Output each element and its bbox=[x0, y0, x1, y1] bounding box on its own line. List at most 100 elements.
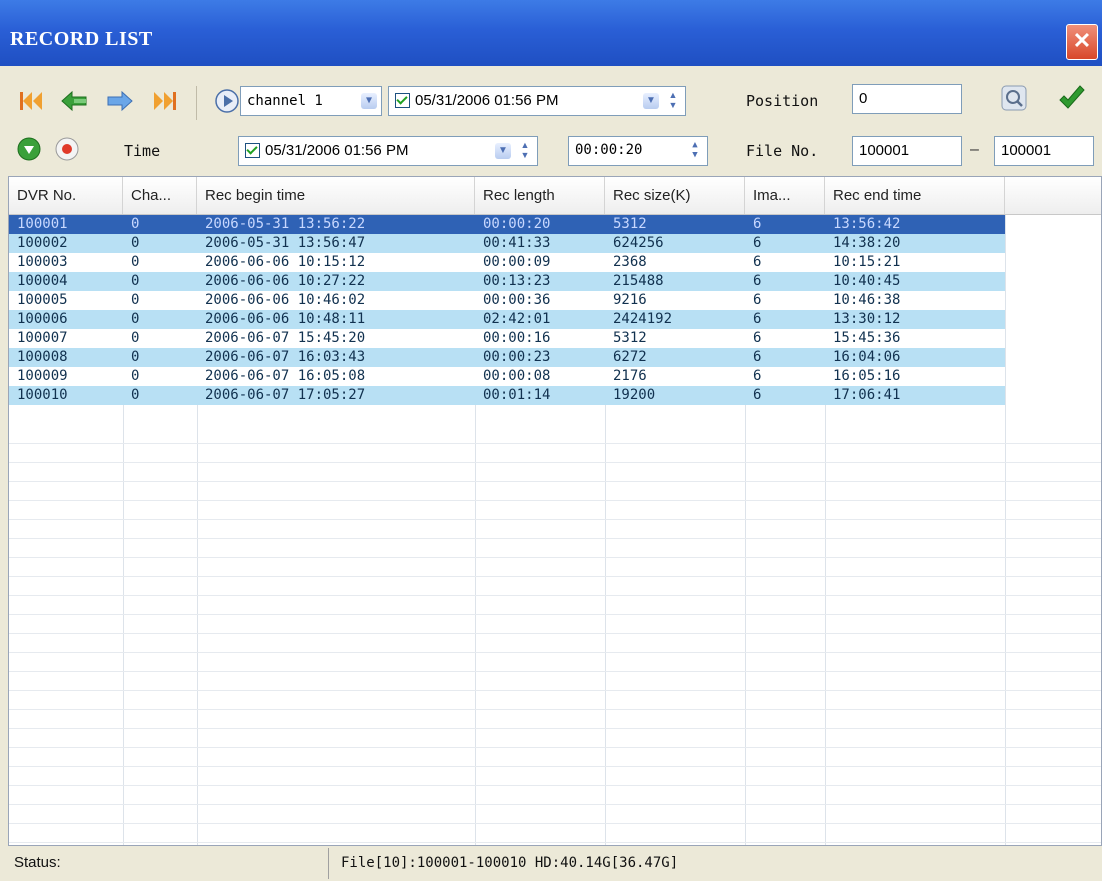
close-button[interactable]: ✕ bbox=[1066, 24, 1098, 60]
column-header-image[interactable]: Ima... bbox=[745, 177, 825, 214]
start-datetime-checkbox[interactable] bbox=[395, 92, 410, 108]
file-to-input[interactable]: 100001 bbox=[994, 136, 1094, 166]
channel-select[interactable]: channel 1 ▼ bbox=[240, 86, 382, 116]
cell-end-time: 10:40:45 bbox=[833, 273, 901, 289]
table-row[interactable]: 100004 0 2006-06-06 10:27:22 00:13:23 215488… bbox=[9, 272, 1005, 291]
chevron-down-icon[interactable]: ▼ bbox=[495, 143, 511, 159]
duration-field[interactable]: 00:00:20 ▲ ▼ bbox=[568, 136, 708, 166]
column-header-dvr-no[interactable]: DVR No. bbox=[9, 177, 123, 214]
table-header: DVR No. Cha... Rec begin time Rec length… bbox=[9, 177, 1101, 215]
cell-size: 5312 bbox=[613, 330, 647, 346]
cell-end-time: 15:45:36 bbox=[833, 330, 901, 346]
spinner-icon[interactable]: ▲ ▼ bbox=[689, 140, 701, 162]
cell-end-time: 17:06:41 bbox=[833, 387, 901, 403]
status-text: File[10]:100001-100010 HD:40.14G[36.47G] bbox=[328, 848, 1102, 879]
search-icon[interactable] bbox=[1000, 84, 1028, 112]
cell-image: 6 bbox=[753, 368, 762, 384]
cell-end-time: 13:56:42 bbox=[833, 216, 901, 232]
start-datetime-value: 05/31/2006 01:56 PM bbox=[415, 92, 559, 109]
cell-channel: 0 bbox=[131, 330, 140, 346]
cell-length: 00:00:23 bbox=[483, 349, 551, 365]
table-row[interactable]: 100005 0 2006-06-06 10:46:02 00:00:36 9216 6 1… bbox=[9, 291, 1005, 310]
table-body: 100001 0 2006-05-31 13:56:22 00:00:20 5312 6 1… bbox=[9, 215, 1101, 405]
column-header-end-time[interactable]: Rec end time bbox=[825, 177, 1005, 214]
file-from-input[interactable]: 100001 bbox=[852, 136, 962, 166]
cell-begin-time: 2006-06-07 17:05:27 bbox=[205, 387, 366, 403]
last-record-icon[interactable] bbox=[148, 88, 178, 114]
cell-end-time: 13:30:12 bbox=[833, 311, 901, 327]
cell-size: 215488 bbox=[613, 273, 664, 289]
table-row[interactable]: 100002 0 2006-05-31 13:56:47 00:41:33 624256… bbox=[9, 234, 1005, 253]
file-range-dash: – bbox=[970, 141, 979, 158]
table-row[interactable]: 100010 0 2006-06-07 17:05:27 00:01:14 19200 6… bbox=[9, 386, 1005, 405]
cell-channel: 0 bbox=[131, 292, 140, 308]
position-input[interactable]: 0 bbox=[852, 84, 962, 114]
cell-image: 6 bbox=[753, 311, 762, 327]
cell-begin-time: 2006-06-06 10:46:02 bbox=[205, 292, 366, 308]
end-datetime-checkbox[interactable] bbox=[245, 142, 260, 158]
cell-begin-time: 2006-06-06 10:48:11 bbox=[205, 311, 366, 327]
cell-size: 19200 bbox=[613, 387, 656, 403]
column-header-begin-time[interactable]: Rec begin time bbox=[197, 177, 475, 214]
cell-image: 6 bbox=[753, 387, 762, 403]
first-record-icon[interactable] bbox=[18, 88, 48, 114]
chevron-down-icon[interactable]: ▼ bbox=[643, 93, 659, 109]
cell-dvr-no: 100010 bbox=[17, 387, 68, 403]
cell-length: 02:42:01 bbox=[483, 311, 551, 327]
cell-dvr-no: 100003 bbox=[17, 254, 68, 270]
column-header-channel[interactable]: Cha... bbox=[123, 177, 197, 214]
cell-channel: 0 bbox=[131, 368, 140, 384]
status-bar: Status: File[10]:100001-100010 HD:40.14G… bbox=[0, 846, 1102, 881]
cell-length: 00:13:23 bbox=[483, 273, 551, 289]
cell-length: 00:00:16 bbox=[483, 330, 551, 346]
spinner-icon[interactable]: ▲ ▼ bbox=[519, 140, 531, 162]
table-row[interactable]: 100001 0 2006-05-31 13:56:22 00:00:20 5312 6 1… bbox=[9, 215, 1005, 234]
table-row[interactable]: 100003 0 2006-06-06 10:15:12 00:00:09 2368 6 1… bbox=[9, 253, 1005, 272]
window-title: RECORD LIST bbox=[10, 28, 153, 50]
cell-end-time: 10:15:21 bbox=[833, 254, 901, 270]
cell-dvr-no: 100007 bbox=[17, 330, 68, 346]
cell-channel: 0 bbox=[131, 273, 140, 289]
chevron-down-icon[interactable]: ▼ bbox=[361, 93, 377, 109]
start-datetime-field[interactable]: 05/31/2006 01:56 PM ▼ ▲ ▼ bbox=[388, 86, 686, 116]
record-icon[interactable] bbox=[54, 136, 80, 162]
toolbar-separator bbox=[196, 86, 197, 120]
cell-image: 6 bbox=[753, 273, 762, 289]
cell-size: 2176 bbox=[613, 368, 647, 384]
cell-length: 00:41:33 bbox=[483, 235, 551, 251]
previous-record-icon[interactable] bbox=[60, 88, 90, 114]
play-icon[interactable] bbox=[214, 88, 240, 114]
cell-dvr-no: 100009 bbox=[17, 368, 68, 384]
cell-length: 00:00:08 bbox=[483, 368, 551, 384]
end-datetime-field[interactable]: 05/31/2006 01:56 PM ▼ ▲ ▼ bbox=[238, 136, 538, 166]
table-row[interactable]: 100006 0 2006-06-06 10:48:11 02:42:01 242419… bbox=[9, 310, 1005, 329]
table-row[interactable]: 100008 0 2006-06-07 16:03:43 00:00:23 6272 6 1… bbox=[9, 348, 1005, 367]
end-datetime-value: 05/31/2006 01:56 PM bbox=[265, 142, 409, 159]
cell-channel: 0 bbox=[131, 235, 140, 251]
cell-begin-time: 2006-06-06 10:15:12 bbox=[205, 254, 366, 270]
cell-image: 6 bbox=[753, 235, 762, 251]
cell-begin-time: 2006-06-07 16:03:43 bbox=[205, 349, 366, 365]
cell-dvr-no: 100005 bbox=[17, 292, 68, 308]
cell-begin-time: 2006-06-06 10:27:22 bbox=[205, 273, 366, 289]
confirm-arrow-icon[interactable] bbox=[1056, 84, 1088, 112]
duration-value: 00:00:20 bbox=[575, 142, 643, 158]
table-row[interactable]: 100009 0 2006-06-07 16:05:08 00:00:08 2176 6 1… bbox=[9, 367, 1005, 386]
column-header-size[interactable]: Rec size(K) bbox=[605, 177, 745, 214]
column-header-length[interactable]: Rec length bbox=[475, 177, 605, 214]
cell-end-time: 10:46:38 bbox=[833, 292, 901, 308]
cell-end-time: 14:38:20 bbox=[833, 235, 901, 251]
cell-size: 9216 bbox=[613, 292, 647, 308]
cell-dvr-no: 100006 bbox=[17, 311, 68, 327]
cell-length: 00:01:14 bbox=[483, 387, 551, 403]
next-record-icon[interactable] bbox=[104, 88, 134, 114]
cell-channel: 0 bbox=[131, 254, 140, 270]
cell-length: 00:00:20 bbox=[483, 216, 551, 232]
spinner-icon[interactable]: ▲ ▼ bbox=[667, 90, 679, 112]
cell-begin-time: 2006-06-07 16:05:08 bbox=[205, 368, 366, 384]
cell-begin-time: 2006-05-31 13:56:22 bbox=[205, 216, 366, 232]
time-label: Time bbox=[124, 142, 161, 160]
download-icon[interactable] bbox=[16, 136, 42, 162]
table-row[interactable]: 100007 0 2006-06-07 15:45:20 00:00:16 5312 6 1… bbox=[9, 329, 1005, 348]
cell-size: 6272 bbox=[613, 349, 647, 365]
